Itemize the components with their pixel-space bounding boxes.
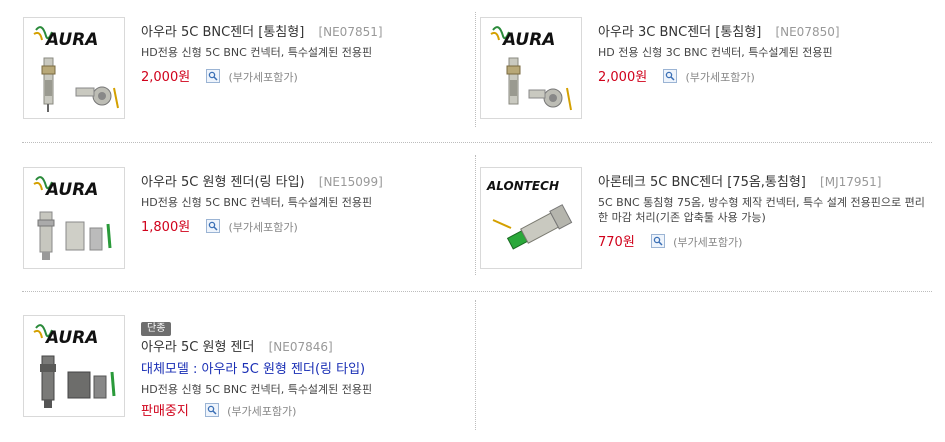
brand-logo: AURA xyxy=(501,30,555,50)
product-description: HD전용 신형 5C BNC 컨넥터, 특수설계된 전용핀 xyxy=(141,383,373,396)
vat-label: (부가세포함가) xyxy=(227,405,297,418)
magnifier-icon[interactable] xyxy=(206,69,221,83)
product-price: 1,800원 xyxy=(141,220,191,235)
brand-logo: AURA xyxy=(44,180,98,200)
vat-label: (부가세포함가) xyxy=(685,71,755,84)
magnifier-icon[interactable] xyxy=(663,69,678,83)
product-price: 770원 xyxy=(598,235,635,250)
product-price: 2,000원 xyxy=(141,70,191,85)
row-divider xyxy=(22,142,932,143)
replacement-model-link[interactable]: 대체모델 : 아우라 5C 원형 젠더(링 타입) xyxy=(141,361,471,379)
brand-logo: AURA xyxy=(44,328,98,348)
magnifier-icon[interactable] xyxy=(204,403,219,417)
magnifier-icon[interactable] xyxy=(206,219,221,233)
product-image[interactable]: AURA xyxy=(23,315,125,417)
product-code: [NE07846] xyxy=(268,340,333,354)
product-code: [NE07850] xyxy=(775,25,840,39)
column-divider xyxy=(475,155,476,275)
product-name-link[interactable]: 아우라 5C BNC젠더 [통침형] xyxy=(141,25,304,40)
product-name-link[interactable]: 아우라 3C BNC젠더 [통침형] xyxy=(598,25,761,40)
product-image[interactable]: AURA xyxy=(23,167,125,269)
vat-label: (부가세포함가) xyxy=(228,221,298,234)
product-info: 아론테크 5C BNC젠더 [75옴,통침형] [MJ17951] 5C BNC… xyxy=(598,167,928,252)
product-name-link[interactable]: 아우라 5C 원형 젠더 xyxy=(141,340,254,355)
vat-label: (부가세포함가) xyxy=(228,71,298,84)
product-description: HD 전용 신형 3C BNC 컨넥터, 특수설계된 전용핀 xyxy=(598,46,833,59)
brand-logo: ALONTECH xyxy=(486,179,559,193)
column-divider xyxy=(475,300,476,430)
product-code: [MJ17951] xyxy=(820,175,882,189)
product-info: 단종 아우라 5C 원형 젠더 [NE07846] 대체모델 : 아우라 5C … xyxy=(141,315,471,421)
product-image[interactable]: AURA xyxy=(23,17,125,119)
product-code: [NE07851] xyxy=(318,25,383,39)
discontinued-badge: 단종 xyxy=(141,322,172,336)
product-name-link[interactable]: 아론테크 5C BNC젠더 [75옴,통침형] xyxy=(598,175,806,190)
product-name-link[interactable]: 아우라 5C 원형 젠더(링 타입) xyxy=(141,175,305,190)
product-image[interactable]: ALONTECH xyxy=(480,167,582,269)
product-image[interactable]: AURA xyxy=(480,17,582,119)
vat-label: (부가세포함가) xyxy=(673,236,743,249)
column-divider xyxy=(475,12,476,127)
product-info: 아우라 5C 원형 젠더(링 타입) [NE15099] HD전용 신형 5C … xyxy=(141,167,471,237)
product-code: [NE15099] xyxy=(318,175,383,189)
product-price: 2,000원 xyxy=(598,70,648,85)
brand-logo: AURA xyxy=(44,30,98,50)
product-description: HD전용 신형 5C BNC 컨넥터, 특수설계된 전용핀 xyxy=(141,196,373,209)
magnifier-icon[interactable] xyxy=(650,234,665,248)
product-info: 아우라 3C BNC젠더 [통침형] [NE07850] HD 전용 신형 3C… xyxy=(598,17,928,87)
product-info: 아우라 5C BNC젠더 [통침형] [NE07851] HD전용 신형 5C … xyxy=(141,17,471,87)
product-description: HD전용 신형 5C BNC 컨넥터, 특수설계된 전용핀 xyxy=(141,46,373,59)
product-status: 판매중지 xyxy=(141,404,189,419)
row-divider xyxy=(22,291,932,292)
product-description: 5C BNC 통침형 75옴, 방수형 제작 컨넥터, 특수 설계 전용핀으로 … xyxy=(598,196,925,224)
